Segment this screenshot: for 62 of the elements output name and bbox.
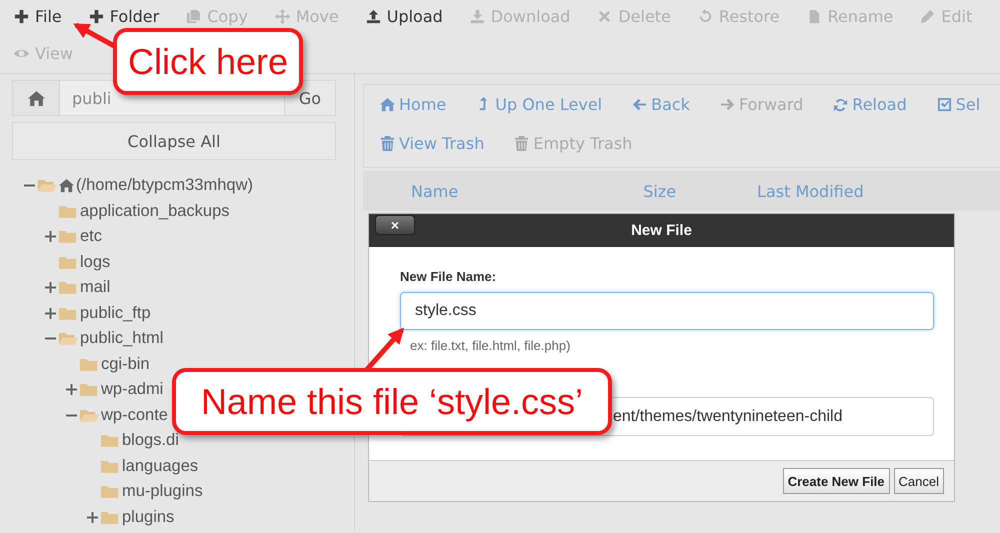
- plus-icon: [14, 9, 29, 24]
- plus-icon: [88, 9, 104, 24]
- home-icon: [59, 178, 74, 194]
- pencil-icon: [920, 9, 936, 24]
- folder-name[interactable]: (/home/btypcm33mhqw): [76, 176, 253, 196]
- plus-icon[interactable]: [44, 230, 57, 244]
- folder-icon: [100, 510, 120, 525]
- plus-icon[interactable]: [44, 306, 57, 320]
- plus-icon[interactable]: [65, 383, 78, 396]
- cross-icon: [597, 9, 612, 24]
- folder-icon: [100, 433, 120, 448]
- copy-icon: [186, 9, 202, 24]
- folder-name[interactable]: wp-admi: [101, 380, 164, 400]
- plus-icon[interactable]: [44, 281, 57, 294]
- cancel-button[interactable]: Cancel: [894, 468, 944, 494]
- collapse-all-button[interactable]: Collapse All: [12, 122, 336, 160]
- folder-icon: [58, 254, 78, 270]
- toolbar-button[interactable]: Folder: [88, 7, 160, 26]
- close-button[interactable]: ×: [375, 215, 415, 235]
- home-icon: [380, 97, 395, 112]
- restore-icon: [698, 9, 713, 24]
- folder-name[interactable]: application_backups: [80, 202, 230, 221]
- folder-icon: [100, 458, 120, 474]
- folder-icon: [100, 484, 120, 500]
- download-icon: [470, 9, 485, 24]
- field-label: New File Name:: [400, 269, 498, 284]
- folder-name[interactable]: languages: [122, 456, 198, 476]
- upload-icon: [366, 9, 381, 24]
- folder-name[interactable]: plugins: [122, 508, 174, 527]
- reload-icon: [833, 97, 848, 112]
- hint-text: ex: file.txt, file.html, file.php): [410, 338, 572, 353]
- home-icon: [28, 90, 44, 106]
- trash-icon: [514, 136, 530, 151]
- folder-name[interactable]: public_html: [80, 329, 164, 348]
- create-button[interactable]: Create New File: [782, 468, 890, 494]
- folder-name[interactable]: mu-plugins: [122, 482, 203, 502]
- open-folder-icon: [58, 331, 78, 346]
- dialog-title: New File: [631, 222, 692, 239]
- file-name-field[interactable]: style.css: [400, 292, 934, 330]
- folder-name[interactable]: public_ftp: [80, 304, 151, 323]
- folder-name[interactable]: logs: [80, 252, 110, 272]
- open-folder-icon: [37, 178, 57, 194]
- trash-icon: [380, 136, 395, 151]
- toolbar-button[interactable]: File: [14, 7, 62, 26]
- plus-icon[interactable]: [86, 510, 99, 524]
- folder-icon: [79, 356, 99, 372]
- left-arrow-icon: [632, 97, 648, 112]
- folder-name[interactable]: etc: [80, 227, 102, 246]
- right-arrow-icon: [720, 97, 735, 112]
- toolbar-button[interactable]: Upload: [366, 7, 443, 26]
- folder-name[interactable]: mail: [80, 278, 110, 298]
- folder-icon: [58, 306, 78, 321]
- folder-icon: [79, 382, 99, 398]
- open-folder-icon: [79, 408, 99, 423]
- folder-icon: [58, 280, 78, 296]
- folder-name[interactable]: cgi-bin: [101, 354, 150, 374]
- folder-icon: [58, 204, 78, 219]
- move-icon: [274, 9, 290, 24]
- folder-name[interactable]: wp-conte: [101, 406, 168, 425]
- checkbox-icon: [936, 97, 952, 112]
- home-button[interactable]: [12, 80, 60, 116]
- folder-icon: [58, 229, 78, 244]
